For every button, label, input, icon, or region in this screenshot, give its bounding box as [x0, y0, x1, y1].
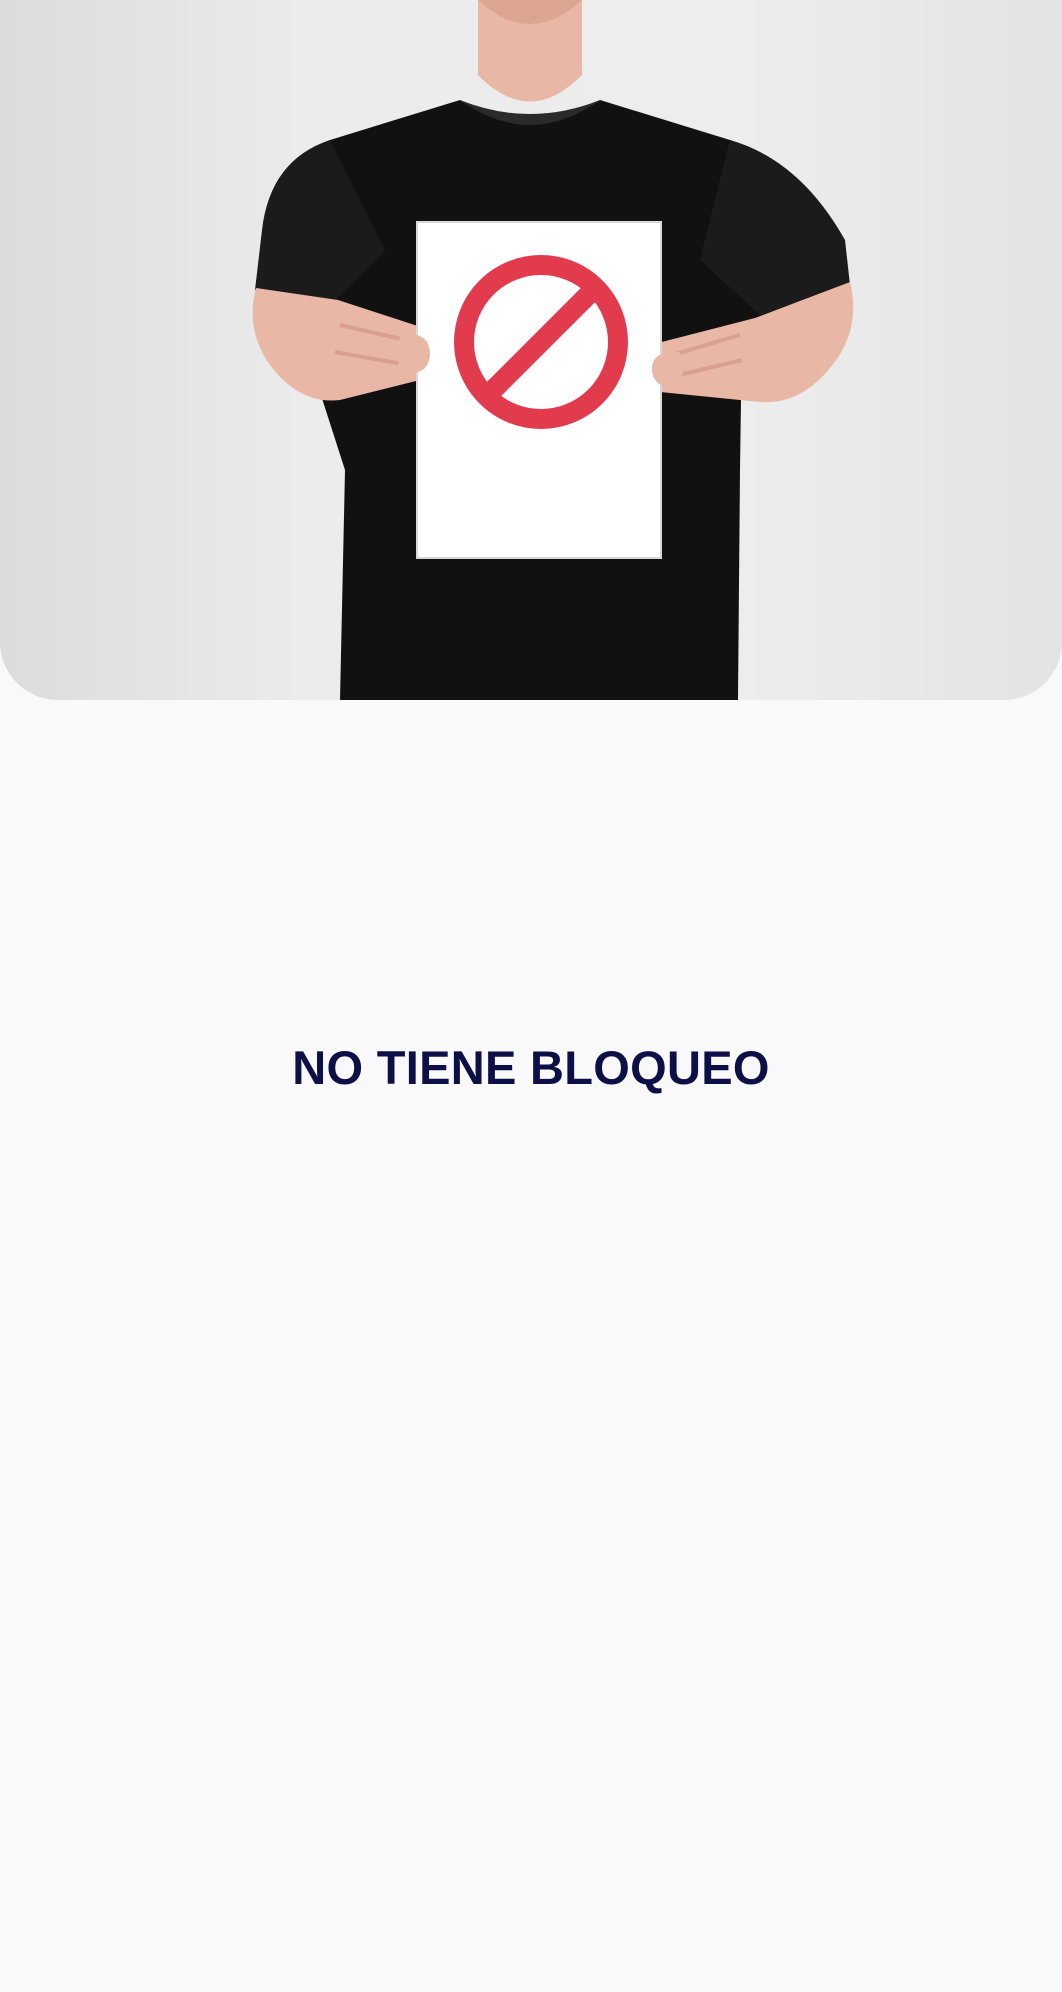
no-lock-screen: NO TIENE BLOQUEO	[0, 0, 1062, 1992]
no-lock-message: NO TIENE BLOQUEO	[292, 1041, 770, 1094]
person-holding-sign-illustration	[252, 0, 854, 700]
hero-image	[0, 0, 1062, 700]
